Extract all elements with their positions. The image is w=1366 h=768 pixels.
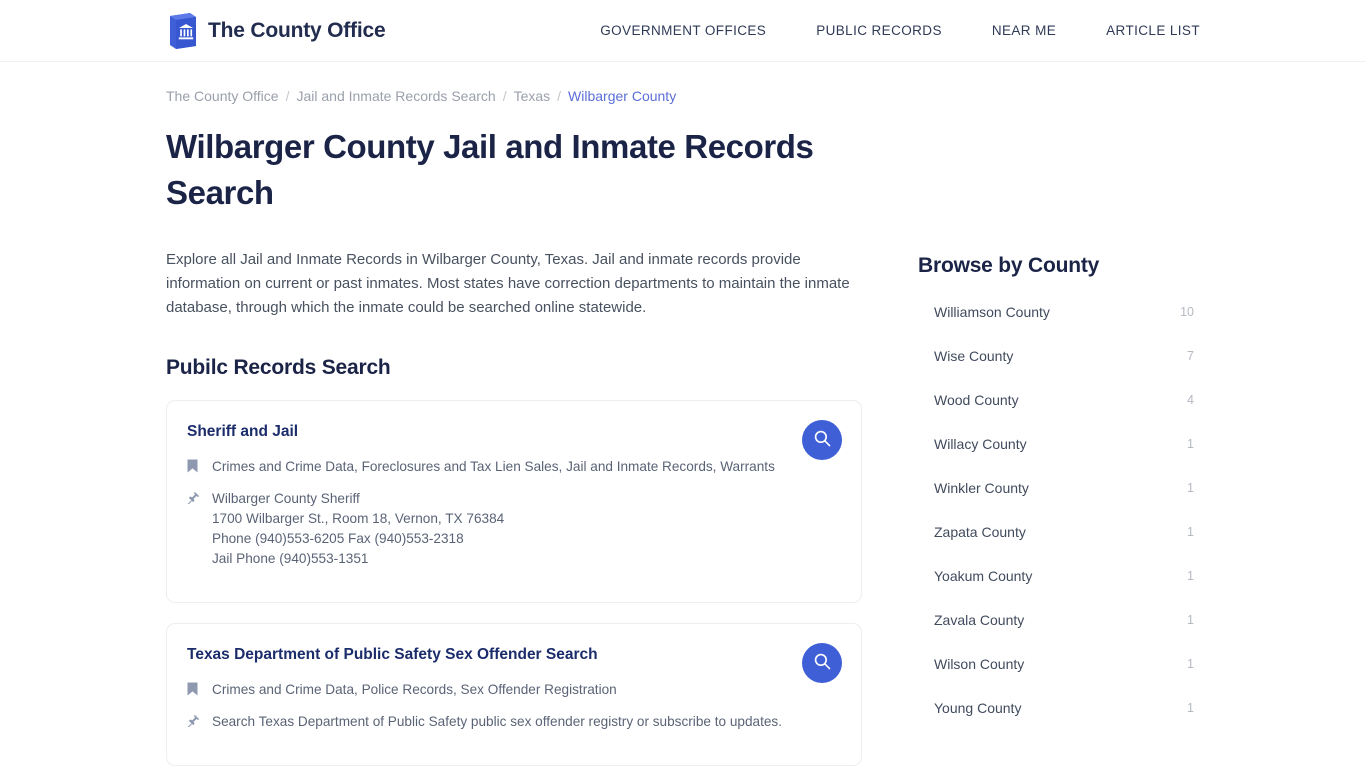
pin-icon <box>187 489 201 509</box>
record-detail-line: Search Texas Department of Public Safety… <box>212 714 782 729</box>
record-card-tags: Crimes and Crime Data, Police Records, S… <box>212 682 617 697</box>
record-card-title: Sheriff and Jail <box>187 423 299 440</box>
county-name: Zapata County <box>934 524 1026 540</box>
county-count: 7 <box>1187 349 1194 363</box>
section-title-public-records-search: Pubilc Records Search <box>166 356 391 379</box>
record-card-details-row: Search Texas Department of Public Safety… <box>187 712 839 732</box>
sidebar-item-zapata-county[interactable]: Zapata County 1 <box>918 510 1208 554</box>
breadcrumb-separator: / <box>285 88 290 104</box>
list-item: Wood County 4 <box>918 378 1208 422</box>
nav-item-government-offices[interactable]: GOVERNMENT OFFICES <box>600 23 766 38</box>
content-layout: Explore all Jail and Inmate Records in W… <box>166 248 1200 768</box>
county-count: 1 <box>1187 481 1194 495</box>
sidebar-item-wilson-county[interactable]: Wilson County 1 <box>918 642 1208 686</box>
county-name: Willacy County <box>934 436 1027 452</box>
breadcrumb-item-category[interactable]: Jail and Inmate Records Search <box>296 88 495 104</box>
county-list: Williamson County 10 Wise County 7 Wood … <box>918 290 1208 730</box>
sidebar-item-yoakum-county[interactable]: Yoakum County 1 <box>918 554 1208 598</box>
breadcrumb: The County Office / Jail and Inmate Reco… <box>166 62 1200 104</box>
breadcrumb-item-state[interactable]: Texas <box>514 88 551 104</box>
county-count: 4 <box>1187 393 1194 407</box>
list-item: Wilson County 1 <box>918 642 1208 686</box>
county-count: 1 <box>1187 525 1194 539</box>
page-intro-text: Explore all Jail and Inmate Records in W… <box>166 251 850 316</box>
list-item: Wise County 7 <box>918 334 1208 378</box>
list-item: Williamson County 10 <box>918 290 1208 334</box>
nav-item-public-records[interactable]: PUBLIC RECORDS <box>816 23 942 38</box>
breadcrumb-item-home[interactable]: The County Office <box>166 88 279 104</box>
county-count: 1 <box>1187 657 1194 671</box>
search-icon <box>813 652 832 674</box>
record-card[interactable]: Sheriff and Jail Crimes and Crime Data, … <box>166 400 862 603</box>
brand-logo-link[interactable]: The County Office <box>166 12 386 50</box>
record-search-button[interactable] <box>802 643 842 683</box>
search-icon <box>813 429 832 451</box>
record-detail-line: Wilbarger County Sheriff <box>212 491 360 506</box>
list-item: Willacy County 1 <box>918 422 1208 466</box>
record-detail-line: 1700 Wilbarger St., Room 18, Vernon, TX … <box>212 511 505 526</box>
sidebar-item-williamson-county[interactable]: Williamson County 10 <box>918 290 1208 334</box>
county-count: 1 <box>1187 569 1194 583</box>
sidebar-item-young-county[interactable]: Young County 1 <box>918 686 1208 730</box>
record-card-details: Search Texas Department of Public Safety… <box>212 712 782 732</box>
record-detail-line: Jail Phone (940)553-1351 <box>212 551 369 566</box>
record-card-title: Texas Department of Public Safety Sex Of… <box>187 646 598 663</box>
county-count: 1 <box>1187 701 1194 715</box>
county-name: Zavala County <box>934 612 1025 628</box>
bookmark-icon <box>187 457 201 478</box>
breadcrumb-separator: / <box>502 88 507 104</box>
main-navigation: GOVERNMENT OFFICES PUBLIC RECORDS NEAR M… <box>600 23 1200 38</box>
sidebar-item-zavala-county[interactable]: Zavala County 1 <box>918 598 1208 642</box>
breadcrumb-separator: / <box>557 88 562 104</box>
record-card-tags-row: Crimes and Crime Data, Foreclosures and … <box>187 457 839 478</box>
list-item: Zapata County 1 <box>918 510 1208 554</box>
record-card-details: Wilbarger County Sheriff 1700 Wilbarger … <box>212 489 504 569</box>
breadcrumb-item-county[interactable]: Wilbarger County <box>568 88 676 104</box>
book-building-logo-icon <box>166 12 198 50</box>
county-name: Winkler County <box>934 480 1029 496</box>
record-card[interactable]: Texas Department of Public Safety Sex Of… <box>166 623 862 766</box>
county-name: Wise County <box>934 348 1014 364</box>
record-card-tags-row: Crimes and Crime Data, Police Records, S… <box>187 680 839 701</box>
page-container: The County Office / Jail and Inmate Reco… <box>0 62 1366 768</box>
sidebar-item-wise-county[interactable]: Wise County 7 <box>918 334 1208 378</box>
nav-item-near-me[interactable]: NEAR ME <box>992 23 1056 38</box>
main-column: Explore all Jail and Inmate Records in W… <box>166 248 862 768</box>
pin-icon <box>187 712 201 732</box>
county-count: 1 <box>1187 437 1194 451</box>
list-item: Zavala County 1 <box>918 598 1208 642</box>
sidebar-title-browse-by-county: Browse by County <box>918 254 1100 277</box>
site-header: The County Office GOVERNMENT OFFICES PUB… <box>0 0 1366 62</box>
sidebar: Browse by County Williamson County 10 Wi… <box>918 248 1208 730</box>
sidebar-item-wood-county[interactable]: Wood County 4 <box>918 378 1208 422</box>
list-item: Winkler County 1 <box>918 466 1208 510</box>
sidebar-item-winkler-county[interactable]: Winkler County 1 <box>918 466 1208 510</box>
sidebar-item-willacy-county[interactable]: Willacy County 1 <box>918 422 1208 466</box>
record-card-details-row: Wilbarger County Sheriff 1700 Wilbarger … <box>187 489 839 569</box>
county-name: Wood County <box>934 392 1019 408</box>
nav-item-article-list[interactable]: ARTICLE LIST <box>1106 23 1200 38</box>
record-card-tags: Crimes and Crime Data, Foreclosures and … <box>212 459 775 474</box>
page-title: Wilbarger County Jail and Inmate Records… <box>166 128 814 211</box>
bookmark-icon <box>187 680 201 701</box>
record-detail-line: Phone (940)553-6205 Fax (940)553-2318 <box>212 531 464 546</box>
list-item: Young County 1 <box>918 686 1208 730</box>
record-search-button[interactable] <box>802 420 842 460</box>
county-name: Young County <box>934 700 1022 716</box>
list-item: Yoakum County 1 <box>918 554 1208 598</box>
county-count: 10 <box>1180 305 1194 319</box>
county-name: Yoakum County <box>934 568 1033 584</box>
county-name: Williamson County <box>934 304 1050 320</box>
county-count: 1 <box>1187 613 1194 627</box>
brand-name: The County Office <box>208 18 386 42</box>
county-name: Wilson County <box>934 656 1025 672</box>
